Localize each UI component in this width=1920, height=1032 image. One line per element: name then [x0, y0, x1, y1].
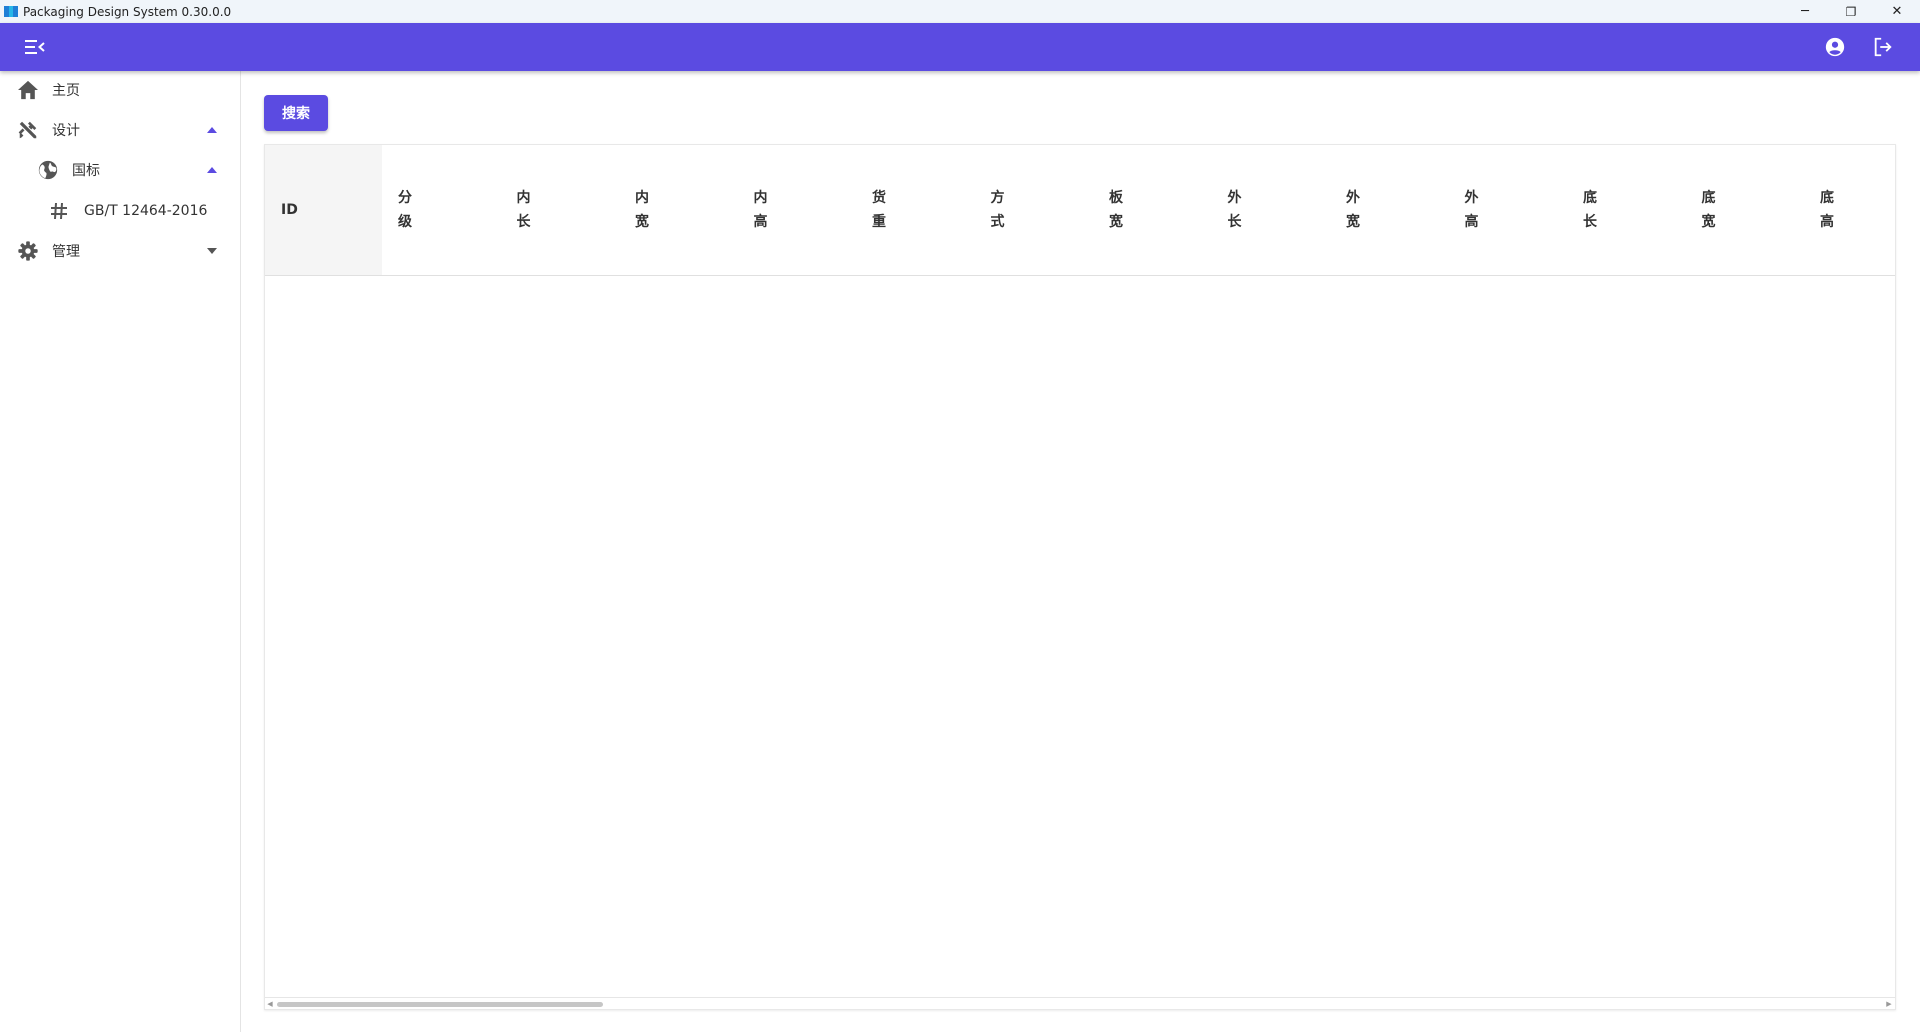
- column-header-label: 分级: [398, 190, 412, 230]
- search-button[interactable]: 搜索: [264, 95, 328, 131]
- app-icon: [4, 6, 18, 17]
- scrollbar-thumb[interactable]: [277, 1002, 603, 1007]
- column-header-label: 货重: [872, 190, 886, 230]
- hash-icon: [47, 199, 71, 223]
- sidebar-item-label: 管理: [52, 244, 80, 260]
- menu-collapse-button[interactable]: [23, 35, 47, 59]
- column-header[interactable]: 内长: [501, 145, 620, 275]
- table-header: ID 分级 内长 内宽 内高 货重 方式 板宽 外长 外宽 外高 底长 底宽 底高: [265, 145, 1895, 276]
- column-header-label: 底高: [1820, 190, 1834, 230]
- home-icon: [16, 78, 40, 102]
- column-header-label: 外长: [1227, 190, 1242, 230]
- column-header-label: 板宽: [1109, 190, 1123, 230]
- scroll-right-icon[interactable]: ▶: [1885, 1000, 1893, 1008]
- sidebar-item-label: 国标: [72, 163, 100, 179]
- column-header-label: 内宽: [635, 190, 649, 230]
- column-header[interactable]: 板宽: [1093, 145, 1212, 275]
- column-header[interactable]: 底高: [1804, 145, 1895, 275]
- column-header-label: 外高: [1464, 190, 1479, 230]
- horizontal-scrollbar[interactable]: ◀ ▶: [265, 997, 1895, 1009]
- sidebar-item-label: GB/T 12464-2016: [84, 203, 208, 219]
- column-header[interactable]: 外高: [1449, 145, 1568, 275]
- chevron-up-icon: [205, 163, 219, 177]
- close-button[interactable]: ✕: [1874, 0, 1920, 23]
- column-header[interactable]: 底宽: [1686, 145, 1805, 275]
- app-toolbar: [0, 23, 1920, 71]
- window-controls: ─ ❐ ✕: [1782, 0, 1920, 23]
- sidebar-item-home[interactable]: 主页: [0, 71, 240, 109]
- window-title: Packaging Design System 0.30.0.0: [23, 4, 232, 19]
- column-header-label: 外宽: [1346, 190, 1360, 230]
- sidebar: 主页 设计 国标 GB/T 12464-2016 管理: [0, 71, 241, 1032]
- sidebar-item-gbt-12464-2016[interactable]: GB/T 12464-2016: [0, 192, 240, 230]
- column-header[interactable]: 分级: [382, 145, 501, 275]
- window-titlebar: Packaging Design System 0.30.0.0 ─ ❐ ✕: [0, 0, 1920, 23]
- account-button[interactable]: [1823, 35, 1847, 59]
- scroll-left-icon[interactable]: ◀: [266, 1000, 274, 1008]
- globe-icon: [36, 158, 60, 182]
- column-header[interactable]: 内高: [738, 145, 857, 275]
- column-header[interactable]: 底长: [1567, 145, 1686, 275]
- menu-collapse-icon: [25, 40, 45, 54]
- sidebar-item-label: 设计: [52, 123, 80, 139]
- column-header-label: 底长: [1583, 190, 1597, 230]
- sidebar-item-label: 主页: [52, 83, 80, 99]
- minimize-button[interactable]: ─: [1782, 0, 1828, 23]
- sidebar-item-manage[interactable]: 管理: [0, 232, 240, 270]
- restore-button[interactable]: ❐: [1828, 0, 1874, 23]
- column-header[interactable]: 方式: [975, 145, 1094, 275]
- column-header-label: 方式: [990, 190, 1005, 230]
- column-header-label: 底宽: [1701, 190, 1716, 230]
- sidebar-item-national-standard[interactable]: 国标: [0, 151, 240, 189]
- column-header[interactable]: 外长: [1212, 145, 1331, 275]
- column-header[interactable]: 货重: [856, 145, 975, 275]
- sidebar-item-design[interactable]: 设计: [0, 111, 240, 149]
- column-header[interactable]: 外宽: [1330, 145, 1449, 275]
- chevron-up-icon: [205, 123, 219, 137]
- column-header[interactable]: 内宽: [619, 145, 738, 275]
- data-table: ID 分级 内长 内宽 内高 货重 方式 板宽 外长 外宽 外高 底长 底宽 底高 ◀ ▶: [264, 144, 1896, 1010]
- logout-button[interactable]: [1871, 35, 1895, 59]
- logout-icon: [1874, 37, 1892, 57]
- chevron-down-icon: [205, 244, 219, 258]
- design-tools-icon: [16, 118, 40, 142]
- column-header-id[interactable]: ID: [265, 145, 382, 275]
- column-header-label: 内长: [516, 190, 531, 230]
- account-circle-icon: [1825, 37, 1845, 57]
- column-header-label: 内高: [753, 190, 768, 230]
- gear-icon: [16, 239, 40, 263]
